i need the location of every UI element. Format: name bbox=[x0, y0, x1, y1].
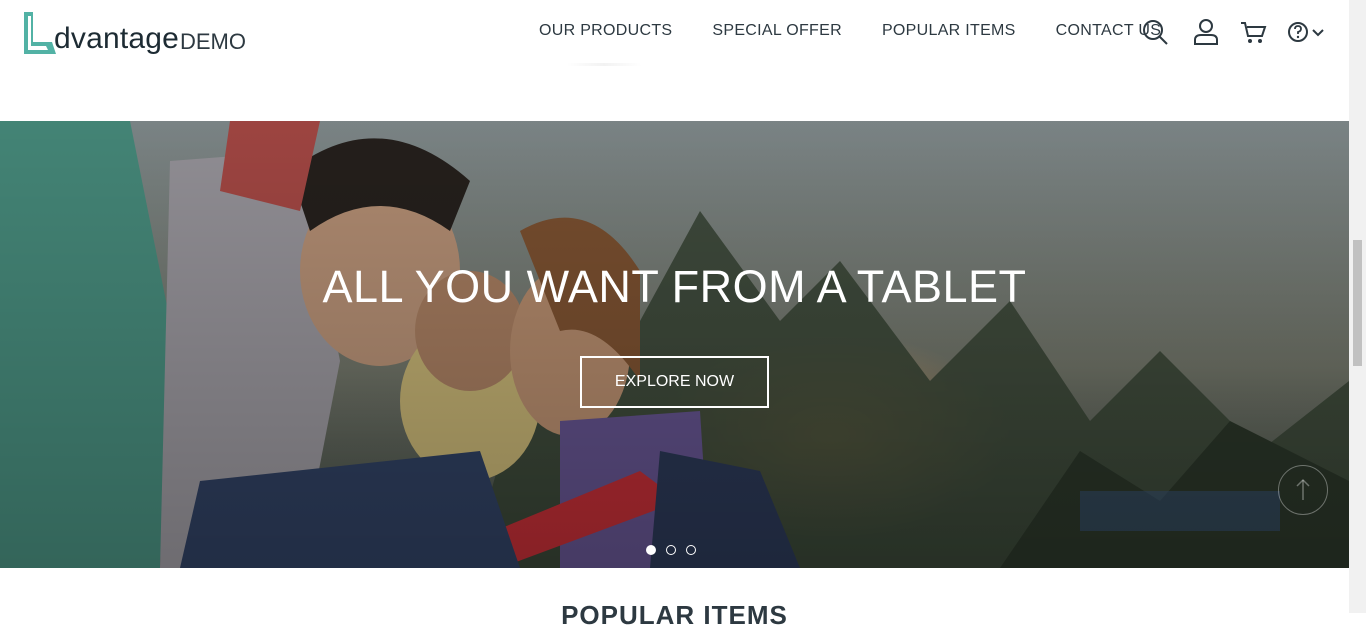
page-scrollbar[interactable] bbox=[1349, 0, 1366, 613]
carousel-dot-1[interactable] bbox=[646, 545, 656, 555]
carousel-dot-3[interactable] bbox=[686, 545, 696, 555]
hero-image bbox=[0, 121, 1349, 568]
explore-now-button[interactable]: EXPLORE NOW bbox=[580, 356, 769, 408]
user-icon[interactable] bbox=[1193, 18, 1219, 51]
brand-name: dvantage bbox=[54, 22, 180, 55]
hero-title: ALL YOU WANT FROM A TABLET bbox=[322, 261, 1027, 312]
header-icons bbox=[1141, 18, 1325, 51]
nav-our-products[interactable]: OUR PRODUCTS bbox=[539, 22, 672, 40]
popular-items-heading: POPULAR ITEMS bbox=[561, 600, 788, 630]
site-header: dvantage DEMO OUR PRODUCTS SPECIAL OFFER… bbox=[0, 0, 1349, 120]
cart-icon[interactable] bbox=[1239, 18, 1267, 51]
chevron-down-icon[interactable] bbox=[1311, 19, 1325, 50]
scroll-to-top-button[interactable] bbox=[1278, 465, 1328, 515]
hero-banner: ALL YOU WANT FROM A TABLET EXPLORE NOW bbox=[0, 121, 1349, 568]
search-icon[interactable] bbox=[1141, 18, 1169, 51]
help-icon[interactable] bbox=[1287, 19, 1311, 50]
nav-special-offer[interactable]: SPECIAL OFFER bbox=[712, 22, 842, 40]
main-nav: OUR PRODUCTS SPECIAL OFFER POPULAR ITEMS… bbox=[539, 22, 1201, 40]
scrollbar-thumb[interactable] bbox=[1353, 240, 1362, 366]
arrow-up-icon bbox=[1296, 478, 1310, 500]
brand-suffix: DEMO bbox=[180, 29, 246, 54]
logo-mark-icon bbox=[24, 12, 56, 54]
nav-popular-items[interactable]: POPULAR ITEMS bbox=[882, 22, 1016, 40]
carousel-dot-2[interactable] bbox=[666, 545, 676, 555]
nav-divider bbox=[566, 63, 642, 66]
carousel-dots bbox=[646, 545, 706, 555]
